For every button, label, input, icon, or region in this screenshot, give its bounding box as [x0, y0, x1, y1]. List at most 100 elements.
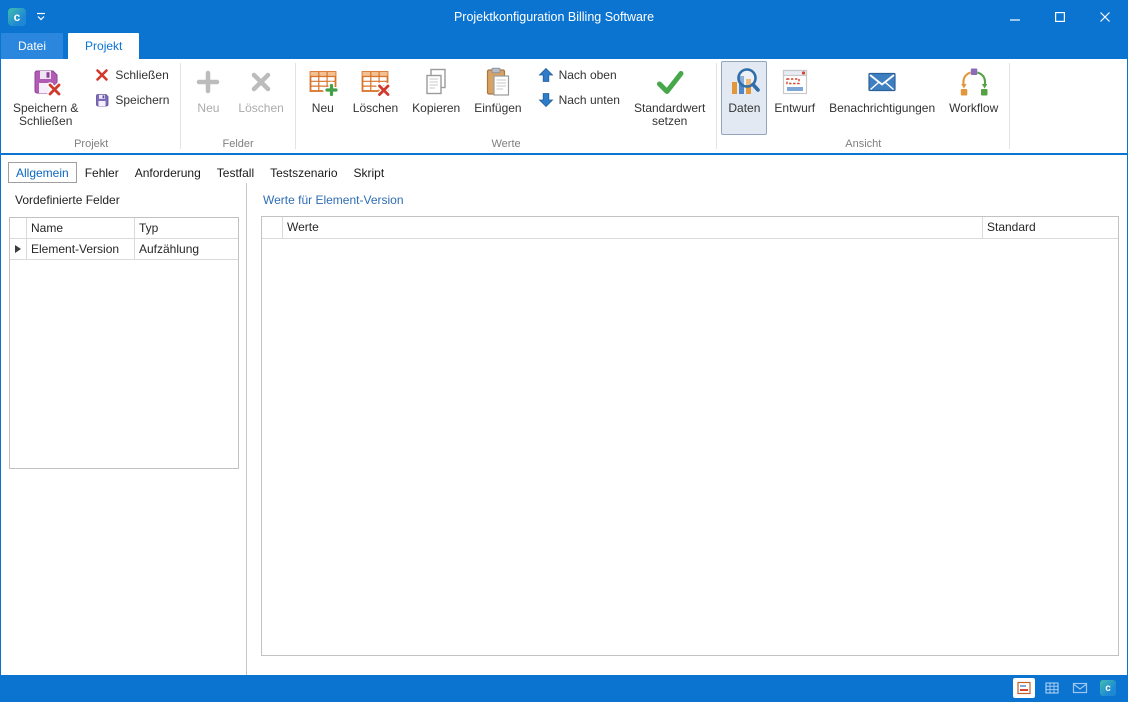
group-caption-ansicht: Ansicht — [718, 137, 1008, 153]
fields-grid-header: Name Typ — [10, 218, 238, 239]
check-green-icon — [654, 66, 686, 98]
ribbon-group-werte: Neu Löschen — [297, 59, 716, 153]
element-type-tabstrip: Allgemein Fehler Anforderung Testfall Te… — [1, 155, 1127, 183]
group-caption-werte: Werte — [297, 137, 716, 153]
ribbon-group-felder: Neu Löschen Felder — [182, 59, 293, 153]
row-indicator-header — [262, 217, 283, 238]
row-indicator-header — [10, 218, 27, 238]
status-grid-button[interactable] — [1041, 678, 1063, 698]
group-caption-projekt: Projekt — [3, 137, 179, 153]
ribbon-group-projekt: Speichern & Schließen Schließen — [3, 59, 179, 153]
save-close-label-line2: Schließen — [13, 115, 78, 128]
tab-anforderung[interactable]: Anforderung — [127, 162, 209, 183]
mail-icon — [866, 66, 898, 98]
fields-grid: Name Typ Element-Version Aufzählung — [9, 217, 239, 469]
field-name-cell: Element-Version — [27, 239, 135, 259]
design-view-button[interactable]: Entwurf — [767, 61, 822, 135]
move-up-label: Nach oben — [559, 68, 617, 82]
workflow-label: Workflow — [949, 102, 998, 115]
tab-testszenario[interactable]: Testszenario — [262, 162, 345, 183]
workspace: Vordefinierte Felder Name Typ Element-Ve… — [1, 183, 1127, 675]
ribbon-separator — [180, 63, 181, 149]
table-plus-icon — [307, 66, 339, 98]
app-logo-icon[interactable]: c — [8, 8, 26, 26]
maximize-button[interactable] — [1037, 1, 1082, 33]
set-default-button[interactable]: Standardwert setzen — [627, 61, 712, 135]
status-mail-button[interactable] — [1069, 678, 1091, 698]
design-view-label: Entwurf — [774, 102, 815, 115]
data-magnifier-icon — [728, 66, 760, 98]
statusbar: c — [1, 675, 1127, 701]
titlebar: c Projektkonfiguration Billing Software — [1, 1, 1127, 33]
tab-projekt[interactable]: Projekt — [68, 33, 139, 59]
arrow-down-icon — [538, 92, 554, 108]
column-header-standard[interactable]: Standard — [982, 217, 1118, 238]
save-button[interactable]: Speichern — [87, 89, 176, 111]
tab-skript[interactable]: Skript — [346, 162, 393, 183]
new-value-button[interactable]: Neu — [300, 61, 346, 135]
workflow-button[interactable]: Workflow — [942, 61, 1005, 135]
app-logo-icon: c — [1100, 680, 1116, 696]
notifications-button[interactable]: Benachrichtigungen — [822, 61, 942, 135]
column-header-werte[interactable]: Werte — [283, 217, 982, 238]
delete-value-button[interactable]: Löschen — [346, 61, 405, 135]
quick-access-chevron-icon[interactable] — [32, 8, 50, 26]
copy-label: Kopieren — [412, 102, 460, 115]
ribbon-separator — [716, 63, 717, 149]
new-field-label: Neu — [197, 102, 219, 115]
save-close-icon — [30, 66, 62, 98]
status-design-button[interactable] — [1013, 678, 1035, 698]
column-header-typ[interactable]: Typ — [135, 218, 238, 238]
row-indicator-cell — [10, 239, 27, 259]
group-caption-felder: Felder — [182, 137, 293, 153]
status-app-button[interactable]: c — [1097, 678, 1119, 698]
paste-button[interactable]: Einfügen — [467, 61, 528, 135]
tab-fehler[interactable]: Fehler — [77, 162, 127, 183]
main-content: Allgemein Fehler Anforderung Testfall Te… — [1, 155, 1127, 675]
delete-field-label: Löschen — [238, 102, 283, 115]
data-view-button[interactable]: Daten — [721, 61, 767, 135]
new-field-button[interactable]: Neu — [185, 61, 231, 135]
tab-allgemein[interactable]: Allgemein — [8, 162, 77, 183]
design-icon — [779, 66, 811, 98]
delete-field-button[interactable]: Löschen — [231, 61, 290, 135]
copy-button[interactable]: Kopieren — [405, 61, 467, 135]
column-header-name[interactable]: Name — [27, 218, 135, 238]
save-label: Speichern — [115, 93, 169, 107]
window-title: Projektkonfiguration Billing Software — [141, 10, 967, 24]
close-project-button[interactable]: Schließen — [87, 64, 176, 86]
move-up-button[interactable]: Nach oben — [531, 64, 627, 86]
tab-datei[interactable]: Datei — [1, 33, 63, 59]
predefined-fields-title: Vordefinierte Felder — [15, 193, 239, 207]
ribbon-tab-row: Datei Projekt — [1, 33, 1127, 59]
table-x-icon — [359, 66, 391, 98]
window-controls — [992, 1, 1127, 33]
paste-icon — [482, 66, 514, 98]
paste-label: Einfügen — [474, 102, 521, 115]
plus-gray-icon — [192, 66, 224, 98]
close-red-icon — [94, 67, 110, 83]
save-and-close-button[interactable]: Speichern & Schließen — [6, 61, 85, 135]
move-down-button[interactable]: Nach unten — [531, 89, 627, 111]
values-grid-body — [262, 239, 1118, 655]
workflow-icon — [958, 66, 990, 98]
ribbon-separator — [1009, 63, 1010, 149]
app-window: c Projektkonfiguration Billing Software … — [0, 0, 1128, 702]
ribbon-group-ansicht: Daten Entwurf — [718, 59, 1008, 153]
field-typ-cell: Aufzählung — [135, 239, 238, 259]
save-icon — [94, 92, 110, 108]
move-down-label: Nach unten — [559, 93, 620, 107]
tab-testfall[interactable]: Testfall — [209, 162, 262, 183]
minimize-button[interactable] — [992, 1, 1037, 33]
close-project-label: Schließen — [115, 68, 168, 82]
values-grid-header: Werte Standard — [262, 217, 1118, 239]
arrow-up-icon — [538, 67, 554, 83]
copy-icon — [420, 66, 452, 98]
delete-value-label: Löschen — [353, 102, 398, 115]
table-row[interactable]: Element-Version Aufzählung — [10, 239, 238, 260]
x-gray-icon — [245, 66, 277, 98]
close-button[interactable] — [1082, 1, 1127, 33]
data-view-label: Daten — [728, 102, 760, 115]
predefined-fields-panel: Vordefinierte Felder Name Typ Element-Ve… — [1, 183, 247, 675]
set-default-label-line2: setzen — [634, 115, 705, 128]
